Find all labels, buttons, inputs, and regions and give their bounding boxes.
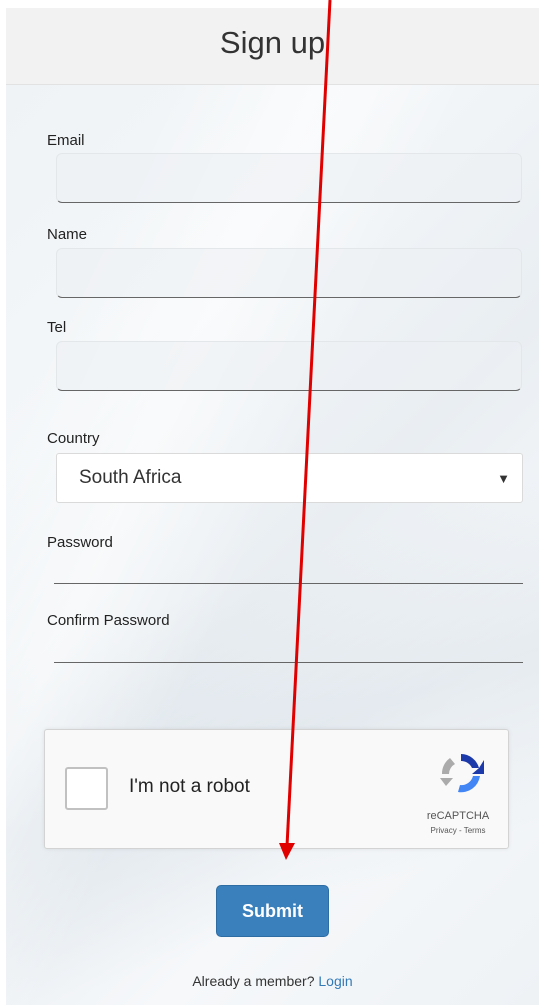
recaptcha-privacy-terms[interactable]: Privacy - Terms: [418, 826, 498, 835]
tel-field[interactable]: [56, 341, 522, 391]
country-selected-value: South Africa: [79, 467, 182, 488]
password-field[interactable]: [54, 561, 523, 584]
recaptcha-label: I'm not a robot: [129, 776, 250, 797]
tel-label: Tel: [47, 319, 67, 336]
recaptcha-widget: I'm not a robot reCAPTCHA Privacy - Term…: [44, 729, 509, 849]
email-field[interactable]: [56, 153, 522, 203]
name-label: Name: [47, 226, 88, 243]
header-bar: Sign up: [6, 8, 539, 85]
login-link[interactable]: Login: [318, 973, 352, 989]
page-title: Sign up: [219, 25, 326, 60]
password-label: Password: [47, 534, 113, 551]
recaptcha-brand: reCAPTCHA: [426, 810, 490, 822]
signup-panel: Sign up Email Name Tel Country South Afr…: [6, 8, 539, 1005]
already-member-label: Already a member?: [192, 973, 315, 989]
already-member-text: Already a member? Login: [6, 973, 539, 989]
email-label: Email: [47, 132, 85, 149]
recaptcha-logo-icon: [440, 754, 484, 793]
country-select[interactable]: South Africa ▼: [56, 453, 523, 503]
confirm-password-field[interactable]: [54, 640, 523, 663]
confirm-password-label: Confirm Password: [47, 612, 170, 629]
submit-button[interactable]: Submit: [216, 885, 329, 937]
caret-down-icon: ▼: [497, 470, 510, 486]
name-field[interactable]: [56, 248, 522, 298]
country-label: Country: [47, 430, 100, 447]
recaptcha-checkbox[interactable]: [65, 767, 108, 810]
